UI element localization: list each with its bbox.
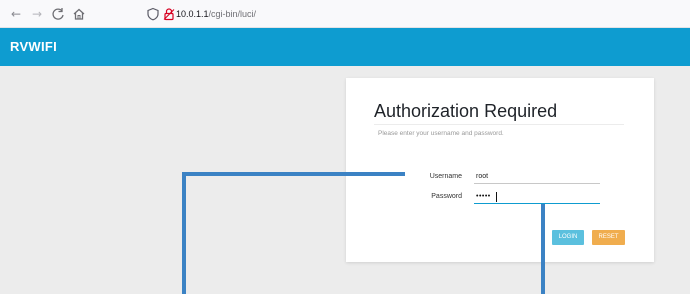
home-icon-graphic xyxy=(73,8,85,20)
reset-button[interactable]: RESET xyxy=(592,230,625,245)
home-icon[interactable] xyxy=(71,6,87,22)
title-divider xyxy=(374,124,624,125)
annotation-line-username-horizontal xyxy=(182,172,405,176)
lock-icon-graphic xyxy=(163,8,175,21)
lock-warning-icon[interactable] xyxy=(162,7,176,21)
password-input[interactable] xyxy=(474,190,600,204)
login-button[interactable]: LOGIN xyxy=(552,230,584,245)
text-caret xyxy=(496,192,497,202)
username-input[interactable] xyxy=(474,170,600,184)
reload-icon-graphic xyxy=(52,8,64,20)
annotation-line-username-vertical xyxy=(182,172,186,294)
login-instructions: Please enter your username and password. xyxy=(378,130,504,137)
url-path: /cgi-bin/luci/ xyxy=(208,9,257,19)
address-bar[interactable]: 10.0.1.1/cgi-bin/luci/ xyxy=(176,7,256,21)
forward-arrow-icon[interactable]: → xyxy=(29,6,45,22)
page-title: Authorization Required xyxy=(374,101,558,121)
login-card: Authorization Required Please enter your… xyxy=(346,78,654,262)
password-label: Password xyxy=(431,193,462,200)
username-label: Username xyxy=(429,173,462,180)
reload-icon[interactable] xyxy=(50,6,66,22)
annotation-line-password-vertical xyxy=(541,204,545,294)
shield-icon-graphic xyxy=(147,7,159,21)
back-arrow-icon[interactable]: ← xyxy=(8,6,24,22)
shield-icon[interactable] xyxy=(146,7,160,21)
brand-logo[interactable]: RVWIFI xyxy=(10,39,57,55)
app-header: RVWIFI xyxy=(0,28,690,66)
url-host: 10.0.1.1 xyxy=(176,9,209,19)
browser-toolbar: ← → 10.0.1.1/cgi-bin/luci/ xyxy=(0,0,690,28)
